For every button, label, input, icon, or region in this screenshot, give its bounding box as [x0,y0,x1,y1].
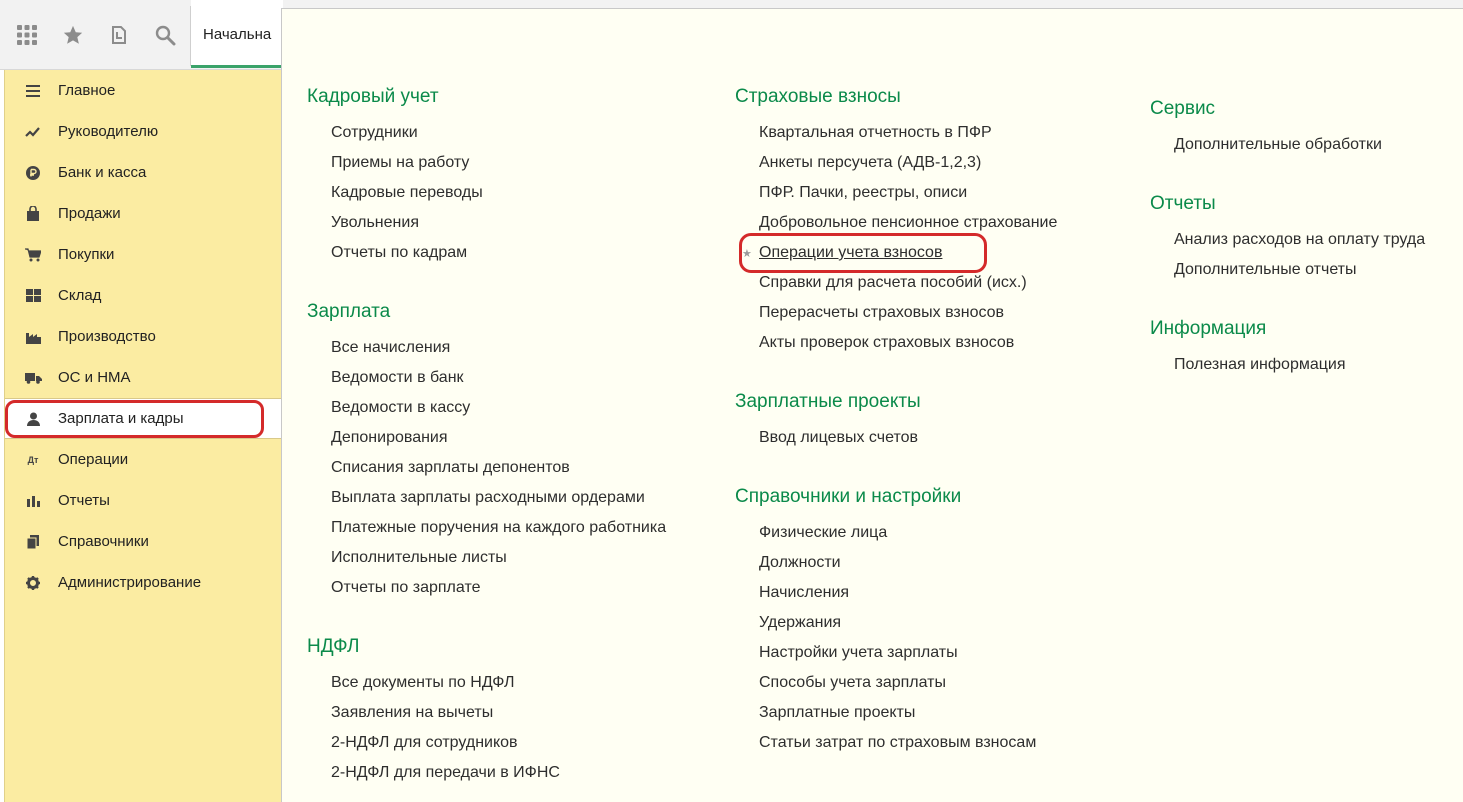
tab-label: Начальна [203,26,272,43]
sidebar-item-label: Справочники [58,533,149,550]
sidebar-item-sales[interactable]: Продажи [5,193,281,234]
sidebar-item-label: Зарплата и кадры [58,410,184,427]
sidebar-item-administration[interactable]: Администрирование [5,562,281,603]
search-icon[interactable] [150,18,180,52]
link-item[interactable]: Удержания [759,614,841,632]
group-title-salary: Зарплата [307,301,391,322]
sidebar-item-operations[interactable]: Дт Операции [5,439,281,480]
link-item[interactable]: Зарплатные проекты [759,704,915,722]
group-title-salary-projects: Зарплатные проекты [735,391,921,412]
person-icon [24,412,42,426]
link-item-highlighted[interactable]: Операции учета взносов [759,244,942,262]
link-item[interactable]: Анализ расходов на оплату труда [1174,231,1425,249]
books-icon [24,534,42,549]
sidebar-item-label: Покупки [58,246,115,263]
sidebar-item-label: Производство [58,328,156,345]
sidebar-item-catalogs[interactable]: Справочники [5,521,281,562]
link-item[interactable]: Анкеты персучета (АДВ-1,2,3) [759,154,981,172]
group-title-service: Сервис [1150,98,1216,119]
link-item[interactable]: Добровольное пенсионное страхование [759,214,1057,232]
sidebar-item-purchases[interactable]: Покупки [5,234,281,275]
cart-icon [24,247,42,262]
trend-icon [24,126,42,138]
group-title-ndfl: НДФЛ [307,636,360,657]
sidebar-item-label: Продажи [58,205,121,222]
sidebar-item-label: Главное [58,82,116,99]
link-item[interactable]: Отчеты по кадрам [331,244,467,262]
link-item[interactable]: Дополнительные отчеты [1174,261,1357,279]
link-item[interactable]: Кадровые переводы [331,184,483,202]
link-item[interactable]: Статьи затрат по страховым взносам [759,734,1036,752]
sections-sidebar: Главное Руководителю Банк и касса Продаж… [4,70,281,802]
sidebar-item-main[interactable]: Главное [5,70,281,111]
link-item[interactable]: Квартальная отчетность в ПФР [759,124,992,142]
link-item[interactable]: Исполнительные листы [331,549,507,567]
link-item[interactable]: Начисления [759,584,849,602]
sidebar-item-label: Банк и касса [58,164,147,181]
gear-icon [24,575,42,590]
link-item[interactable]: 2-НДФЛ для сотрудников [331,734,518,752]
link-item[interactable]: Все документы по НДФЛ [331,674,514,692]
factory-icon [24,330,42,344]
debit-credit-icon: Дт [27,454,39,465]
group-title-information: Информация [1150,318,1267,339]
sidebar-item-label: Администрирование [58,574,202,591]
link-item[interactable]: Ввод лицевых счетов [759,429,918,447]
sidebar-item-label: Руководителю [58,123,159,140]
link-item[interactable]: Платежные поручения на каждого работника [331,519,666,537]
link-item[interactable]: Физические лица [759,524,887,542]
link-item[interactable]: Дополнительные обработки [1174,136,1382,154]
sidebar-item-label: Склад [58,287,102,304]
truck-icon [24,372,42,384]
link-item[interactable]: Способы учета зарплаты [759,674,946,692]
group-title-hr: Кадровый учет [307,86,439,107]
sidebar-item-label: ОС и НМА [58,369,131,386]
sidebar-item-reports[interactable]: Отчеты [5,480,281,521]
link-item[interactable]: Все начисления [331,339,450,357]
apps-grid-icon[interactable] [12,18,42,52]
link-item[interactable]: Справки для расчета пособий (исх.) [759,274,1027,292]
link-item[interactable]: Настройки учета зарплаты [759,644,958,662]
sidebar-item-salary-hr[interactable]: Зарплата и кадры [5,398,281,439]
group-title-reports: Отчеты [1150,193,1216,214]
link-item[interactable]: Увольнения [331,214,419,232]
ruble-coin-icon [24,165,42,180]
link-item[interactable]: Акты проверок страховых взносов [759,334,1014,352]
link-item[interactable]: Списания зарплаты депонентов [331,459,570,477]
history-icon[interactable] [104,18,134,52]
link-item[interactable]: Депонирования [331,429,448,447]
link-item[interactable]: ПФР. Пачки, реестры, описи [759,184,967,202]
link-item[interactable]: Заявления на вычеты [331,704,493,722]
bar-chart-icon [24,495,42,507]
sidebar-item-production[interactable]: Производство [5,316,281,357]
sidebar-item-label: Отчеты [58,492,110,509]
link-item[interactable]: Ведомости в кассу [331,399,470,417]
link-item[interactable]: Выплата зарплаты расходными ордерами [331,489,645,507]
link-item[interactable]: Полезная информация [1174,356,1346,374]
favorite-star-icon[interactable]: ★ [742,247,752,260]
link-item[interactable]: Должности [759,554,841,572]
tab-home-page[interactable]: Начальна [191,0,283,68]
sidebar-item-bank[interactable]: Банк и касса [5,152,281,193]
link-item[interactable]: Отчеты по зарплате [331,579,480,597]
star-icon[interactable] [58,18,88,52]
group-title-catalogs-settings: Справочники и настройки [735,486,962,507]
link-item[interactable]: 2-НДФЛ для передачи в ИФНС [331,764,560,782]
warehouse-icon [24,289,42,302]
sidebar-item-warehouse[interactable]: Склад [5,275,281,316]
group-title-insurance: Страховые взносы [735,86,901,107]
link-item[interactable]: Перерасчеты страховых взносов [759,304,1004,322]
sidebar-item-manager[interactable]: Руководителю [5,111,281,152]
link-item[interactable]: Сотрудники [331,124,418,142]
menu-lines-icon [24,84,42,97]
sidebar-item-label: Операции [58,451,129,468]
link-item[interactable]: Приемы на работу [331,154,469,172]
shopping-bag-icon [24,206,42,221]
sidebar-item-fixed-assets[interactable]: ОС и НМА [5,357,281,398]
link-item[interactable]: Ведомости в банк [331,369,464,387]
